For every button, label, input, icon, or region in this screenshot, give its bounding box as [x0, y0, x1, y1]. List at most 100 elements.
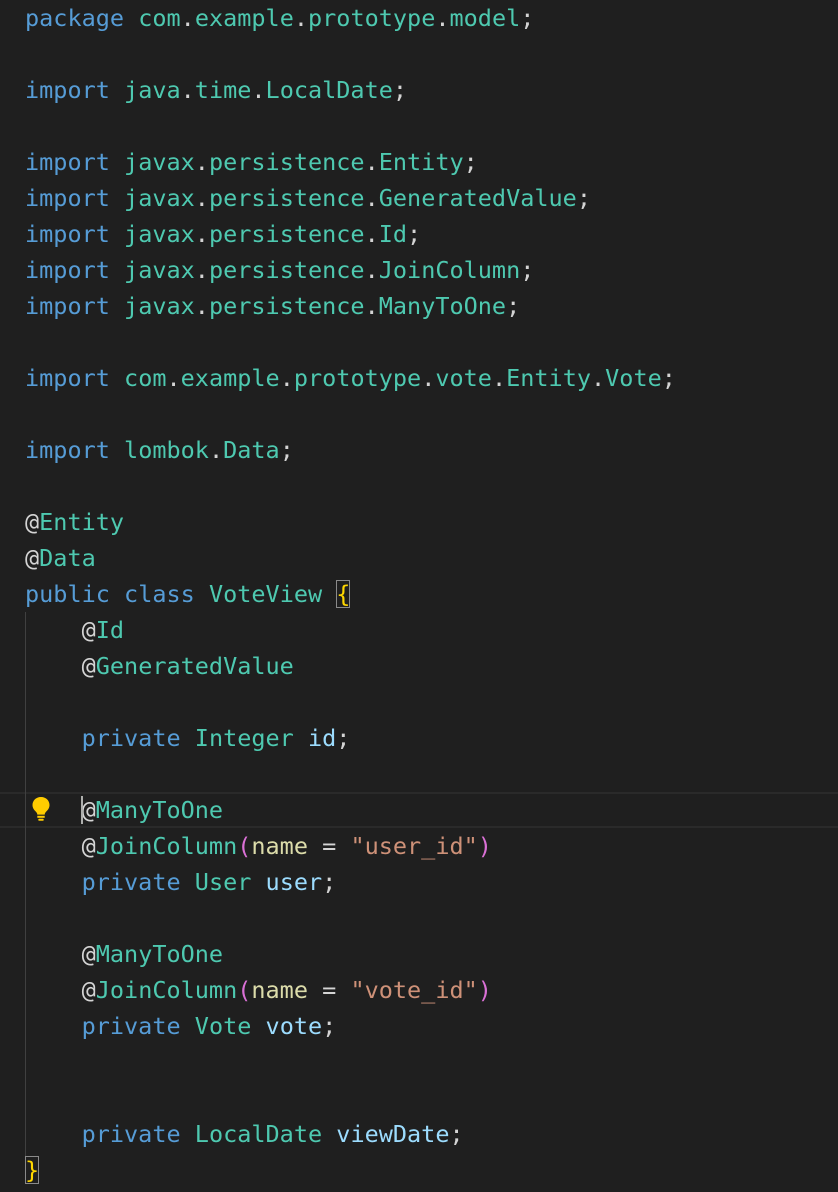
code-token: . [180, 4, 195, 32]
code-line[interactable]: package com.example.prototype.model; [0, 0, 838, 36]
code-line[interactable]: import javax.persistence.GeneratedValue; [0, 180, 838, 216]
code-token: ; [463, 148, 478, 176]
code-line[interactable] [0, 684, 838, 720]
code-token: com [138, 4, 181, 32]
code-line[interactable]: import javax.persistence.Id; [0, 216, 838, 252]
code-line[interactable]: @JoinColumn(name = "vote_id") [0, 972, 838, 1008]
code-token: @ [81, 616, 96, 644]
code-line[interactable] [0, 36, 838, 72]
code-token: . [435, 4, 450, 32]
code-line[interactable]: @JoinColumn(name = "user_id") [0, 828, 838, 864]
code-line[interactable] [0, 1044, 838, 1080]
code-token: "user_id" [350, 832, 478, 860]
code-token: ManyToOne [95, 796, 224, 824]
code-token: ; [392, 76, 408, 104]
code-line[interactable]: public class VoteView { [0, 576, 838, 612]
code-line[interactable]: @ManyToOne [0, 792, 838, 828]
code-line[interactable]: import javax.persistence.JoinColumn; [0, 252, 838, 288]
code-token: . [364, 256, 379, 284]
code-token: user [265, 868, 323, 896]
code-line[interactable] [0, 756, 838, 792]
code-token: prototype [293, 364, 422, 392]
code-token: javax [124, 292, 195, 320]
code-token: package [25, 4, 125, 32]
code-token: LocalDate [194, 1120, 323, 1148]
code-line[interactable]: import lombok.Data; [0, 432, 838, 468]
code-line[interactable] [0, 900, 838, 936]
code-line[interactable] [0, 324, 838, 360]
code-line[interactable]: @Entity [0, 504, 838, 540]
code-line[interactable] [0, 1080, 838, 1116]
code-line-text: import javax.persistence.ManyToOne; [25, 288, 520, 324]
code-line-text: @JoinColumn(name = "user_id") [25, 828, 492, 864]
code-token: VoteView [208, 580, 323, 608]
code-line[interactable]: import com.example.prototype.vote.Entity… [0, 360, 838, 396]
code-token: "vote_id" [350, 976, 478, 1004]
code-token: Vote [605, 364, 662, 392]
code-token: @ [81, 976, 96, 1004]
code-token: javax [124, 148, 195, 176]
code-line[interactable]: import javax.persistence.Entity; [0, 144, 838, 180]
code-token: ; [520, 4, 535, 32]
code-line[interactable]: @GeneratedValue [0, 648, 838, 684]
code-line[interactable]: private Vote vote; [0, 1008, 838, 1044]
code-token: ) [477, 976, 492, 1004]
code-token: . [293, 4, 309, 32]
code-line[interactable] [0, 108, 838, 144]
code-line[interactable]: private User user; [0, 864, 838, 900]
code-token: name [251, 832, 308, 860]
code-line[interactable]: @Id [0, 612, 838, 648]
code-line-text: private Integer id; [25, 720, 351, 756]
code-token: @ [81, 796, 96, 824]
code-line[interactable] [0, 396, 838, 432]
code-token: private [81, 724, 181, 752]
code-token: import [25, 256, 110, 284]
code-token: Entity [506, 364, 591, 392]
code-token: JoinColumn [378, 256, 521, 284]
code-token: lombok [124, 436, 209, 464]
code-line[interactable]: import javax.persistence.ManyToOne; [0, 288, 838, 324]
code-line[interactable]: @ManyToOne [0, 936, 838, 972]
code-token: public [25, 580, 110, 608]
code-token: name [251, 976, 308, 1004]
code-token: viewDate [336, 1120, 450, 1148]
code-token: . [194, 292, 209, 320]
code-line[interactable]: private Integer id; [0, 720, 838, 756]
code-editor[interactable]: package com.example.prototype.model; impo… [0, 0, 838, 1192]
code-line-text: @GeneratedValue [25, 648, 294, 684]
code-line[interactable]: } [0, 1152, 838, 1188]
code-token: . [194, 184, 209, 212]
code-token: ; [449, 1120, 464, 1148]
matched-bracket: { [336, 580, 351, 608]
code-line[interactable]: @Data [0, 540, 838, 576]
code-token: import [25, 148, 110, 176]
code-line[interactable]: import java.time.LocalDate; [0, 72, 838, 108]
code-token: ; [576, 184, 591, 212]
code-line-text: import java.time.LocalDate; [25, 72, 407, 108]
code-token: User [194, 868, 252, 896]
code-token: @ [25, 544, 40, 572]
code-token: ) [477, 832, 492, 860]
code-token: Data [223, 436, 280, 464]
code-token: javax [124, 184, 195, 212]
code-token: Data [39, 544, 96, 572]
code-token: Integer [194, 724, 294, 752]
code-line[interactable]: private LocalDate viewDate; [0, 1116, 838, 1152]
lightbulb-icon[interactable] [31, 796, 51, 822]
code-line-text: import com.example.prototype.vote.Entity… [25, 360, 676, 396]
code-token: @ [81, 940, 96, 968]
code-line[interactable] [0, 468, 838, 504]
code-token: persistence [208, 292, 365, 320]
